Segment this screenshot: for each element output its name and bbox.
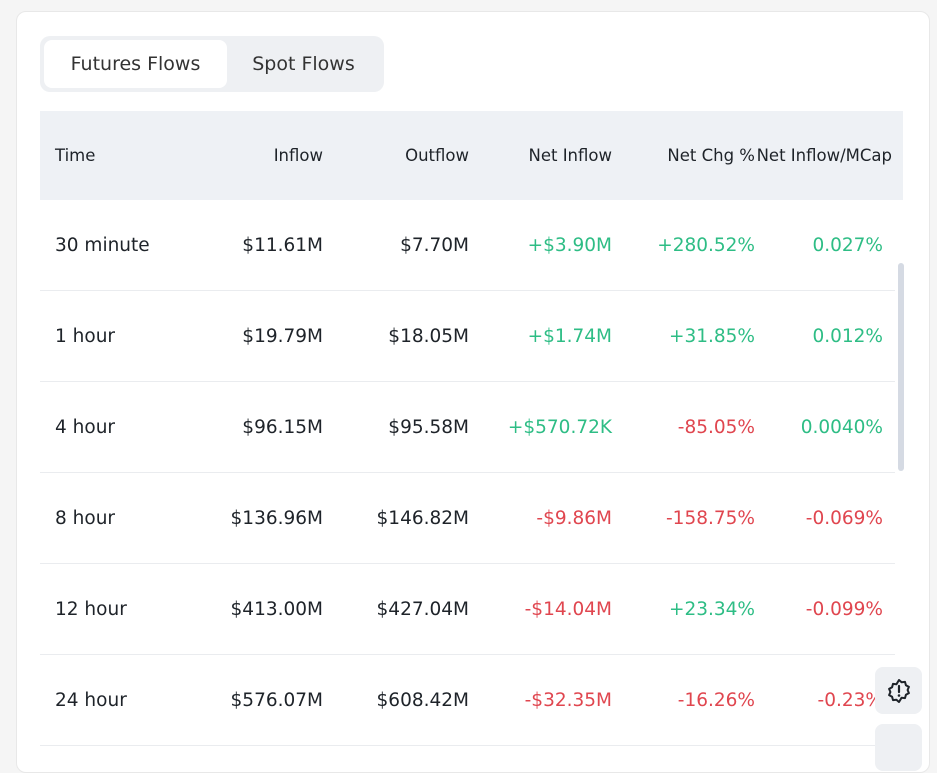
outflow-cell: $608.42M	[326, 690, 469, 711]
net-inflow-mcap-cell: -0.23%	[755, 690, 883, 711]
net-inflow-mcap-cell: 0.0040%	[755, 417, 883, 438]
alert-badge-icon	[886, 678, 912, 704]
net-chg-cell: -85.05%	[612, 417, 755, 438]
net-chg-cell: -16.26%	[612, 690, 755, 711]
net-inflow-cell: -$14.04M	[469, 599, 612, 620]
net-inflow-cell: -$32.35M	[469, 690, 612, 711]
scrollbar[interactable]	[898, 263, 904, 471]
tab-spot-flows[interactable]: Spot Flows	[227, 40, 380, 88]
net-chg-cell: -158.75%	[612, 508, 755, 529]
net-inflow-cell: +$1.74M	[469, 326, 612, 347]
table-row: 8 hour$136.96M$146.82M-$9.86M-158.75%-0.…	[40, 473, 895, 564]
table-row: 24 hour$576.07M$608.42M-$32.35M-16.26%-0…	[40, 655, 895, 746]
inflow-cell: $19.79M	[183, 326, 326, 347]
secondary-floating-button[interactable]	[875, 724, 922, 771]
net-chg-cell: +31.85%	[612, 326, 755, 347]
table-row: 1 hour$19.79M$18.05M+$1.74M+31.85%0.012%	[40, 291, 895, 382]
table-header: Time Inflow Outflow Net Inflow Net Chg %…	[40, 111, 903, 200]
col-net-chg: Net Chg %	[612, 146, 755, 165]
outflow-cell: $7.70M	[326, 235, 469, 256]
outflow-cell: $427.04M	[326, 599, 469, 620]
inflow-cell: $136.96M	[183, 508, 326, 529]
col-net-inflow: Net Inflow	[469, 146, 612, 165]
alert-button[interactable]	[875, 667, 922, 714]
tab-futures-flows[interactable]: Futures Flows	[44, 40, 227, 88]
time-cell: 4 hour	[40, 417, 183, 438]
col-net-inflow-mcap: Net Inflow/MCap	[755, 146, 898, 165]
net-inflow-cell: +$570.72K	[469, 417, 612, 438]
outflow-cell: $95.58M	[326, 417, 469, 438]
col-outflow: Outflow	[326, 146, 469, 165]
table-row: 12 hour$413.00M$427.04M-$14.04M+23.34%-0…	[40, 564, 895, 655]
net-inflow-cell: +$3.90M	[469, 235, 612, 256]
net-inflow-mcap-cell: 0.012%	[755, 326, 883, 347]
outflow-cell: $18.05M	[326, 326, 469, 347]
outflow-cell: $146.82M	[326, 508, 469, 529]
net-chg-cell: +23.34%	[612, 599, 755, 620]
time-cell: 12 hour	[40, 599, 183, 620]
inflow-cell: $11.61M	[183, 235, 326, 256]
col-time: Time	[40, 146, 183, 165]
time-cell: 30 minute	[40, 235, 183, 256]
net-inflow-mcap-cell: 0.027%	[755, 235, 883, 256]
inflow-cell: $576.07M	[183, 690, 326, 711]
time-cell: 24 hour	[40, 690, 183, 711]
time-cell: 1 hour	[40, 326, 183, 347]
net-inflow-cell: -$9.86M	[469, 508, 612, 529]
time-cell: 8 hour	[40, 508, 183, 529]
inflow-cell: $413.00M	[183, 599, 326, 620]
net-inflow-mcap-cell: -0.099%	[755, 599, 883, 620]
inflow-cell: $96.15M	[183, 417, 326, 438]
col-inflow: Inflow	[183, 146, 326, 165]
net-chg-cell: +280.52%	[612, 235, 755, 256]
table-row: 4 hour$96.15M$95.58M+$570.72K-85.05%0.00…	[40, 382, 895, 473]
flows-table: Time Inflow Outflow Net Inflow Net Chg %…	[40, 111, 903, 746]
net-inflow-mcap-cell: -0.069%	[755, 508, 883, 529]
table-row: 30 minute$11.61M$7.70M+$3.90M+280.52%0.0…	[40, 200, 895, 291]
flow-type-tabs: Futures Flows Spot Flows	[40, 36, 384, 92]
